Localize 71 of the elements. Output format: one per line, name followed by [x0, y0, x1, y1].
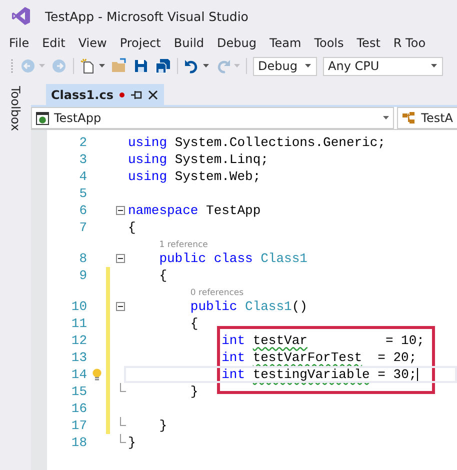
code-line: } — [128, 435, 136, 450]
line-number: 3 — [78, 152, 87, 167]
folder-icon[interactable] — [111, 58, 127, 74]
undo-icon[interactable] — [184, 58, 200, 74]
new-file-icon[interactable] — [80, 58, 96, 74]
code-line: public Class1() — [189, 299, 308, 314]
line-number: 8 — [78, 251, 87, 266]
code-line: int testVar = 10; — [220, 333, 424, 348]
menu-item[interactable]: Edit — [42, 36, 66, 50]
document-tab[interactable]: Class1.cs — [46, 84, 164, 105]
code-lens-reference[interactable]: 0 references — [190, 288, 244, 298]
project-icon — [36, 112, 49, 124]
project-dropdown[interactable]: TestApp — [31, 107, 394, 129]
caret-icon — [383, 116, 390, 120]
menu-item[interactable]: Test — [356, 36, 380, 50]
code-line: int testVarForTest = 20; — [220, 350, 417, 365]
dropdown-caret-icon[interactable] — [99, 64, 105, 68]
code-line: } — [189, 384, 198, 399]
line-number: 4 — [78, 169, 87, 184]
menu-item[interactable]: R Too — [393, 36, 426, 50]
code-line: } — [158, 418, 168, 433]
code-line: { — [158, 268, 168, 283]
line-number: 5 — [78, 186, 87, 201]
code-line: { — [128, 220, 136, 235]
pin-icon[interactable] — [131, 90, 142, 100]
caret-icon — [305, 64, 311, 68]
line-number: 15 — [70, 384, 87, 399]
collapse-icon[interactable] — [116, 206, 125, 215]
menu-item[interactable]: Debug — [217, 36, 256, 50]
line-number: 7 — [78, 220, 87, 235]
line-number: 6 — [78, 203, 87, 218]
collapse-icon[interactable] — [116, 254, 125, 263]
line-number: 9 — [78, 268, 87, 283]
line-number: 16 — [70, 401, 87, 416]
menu-item[interactable]: Team — [269, 36, 302, 50]
menu-item[interactable]: View — [78, 36, 107, 50]
line-number: 17 — [70, 418, 87, 433]
line-number: 13 — [70, 350, 87, 365]
toolbox-tab[interactable]: Toolbox — [8, 86, 22, 131]
platform-dropdown[interactable]: Any CPU — [323, 56, 443, 76]
collapse-icon[interactable] — [116, 302, 125, 311]
window-title: TestApp - Microsoft Visual Studio — [45, 8, 248, 24]
save-all-icon[interactable] — [155, 58, 171, 74]
save-icon[interactable] — [133, 58, 149, 74]
line-number: 11 — [70, 316, 87, 331]
code-line: using System.Linq; — [128, 152, 268, 167]
type-dropdown[interactable]: TestA — [397, 107, 457, 129]
menu-item[interactable]: Build — [174, 36, 204, 50]
code-line: using System.Collections.Generic; — [128, 135, 386, 150]
class-icon — [402, 112, 416, 124]
code-line: using System.Web; — [128, 169, 261, 184]
configuration-dropdown[interactable]: Debug — [253, 56, 317, 76]
line-number: 12 — [70, 333, 87, 348]
caret-icon — [431, 64, 437, 68]
line-number: 10 — [70, 299, 87, 314]
close-icon[interactable] — [148, 90, 158, 100]
menu-item[interactable]: File — [9, 36, 30, 50]
code-line: { — [189, 316, 198, 331]
code-lens-reference[interactable]: 1 reference — [159, 240, 208, 250]
line-number: 18 — [70, 435, 87, 450]
app-logo-icon — [11, 6, 31, 26]
menu-item[interactable]: Tools — [314, 36, 344, 50]
line-number: 2 — [78, 135, 87, 150]
code-line: namespace TestApp — [128, 203, 261, 218]
dropdown-caret-icon[interactable] — [203, 64, 209, 68]
toolbar-grip-icon — [10, 58, 14, 74]
lightbulb-icon[interactable] — [92, 368, 102, 382]
menu-item[interactable]: Project — [120, 36, 161, 50]
code-line: public class Class1 — [158, 251, 308, 266]
code-line: int testingVariable = 30; — [220, 366, 418, 382]
line-number: 14 — [70, 367, 87, 382]
